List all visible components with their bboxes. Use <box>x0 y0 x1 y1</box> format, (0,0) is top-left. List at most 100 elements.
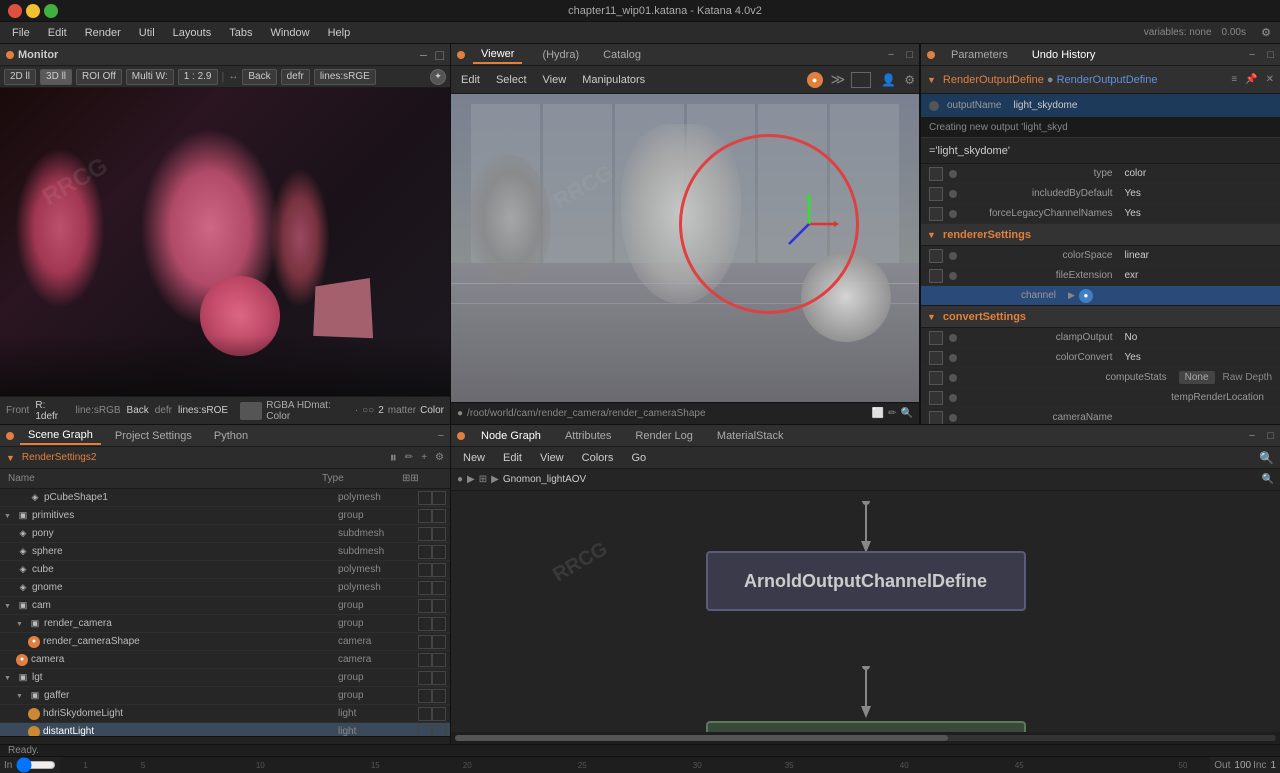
breadcrumb-parent[interactable]: Gnomon_lightAOV <box>503 474 586 485</box>
ng-search-icon[interactable]: 🔍 <box>1259 451 1274 465</box>
lgt-expand[interactable] <box>4 672 16 683</box>
ng-view[interactable]: View <box>534 450 570 466</box>
cam-expand[interactable] <box>4 600 16 611</box>
monitor-expand-icon[interactable]: □ <box>436 47 444 63</box>
maximize-button[interactable] <box>44 4 58 18</box>
menu-window[interactable]: Window <box>262 25 317 41</box>
rcam-expand[interactable] <box>16 618 28 629</box>
ng-edit[interactable]: Edit <box>497 450 528 466</box>
prim-vis1[interactable] <box>418 509 432 523</box>
cube-vis1[interactable] <box>418 563 432 577</box>
tab-undo-history[interactable]: Undo History <box>1024 47 1104 63</box>
menu-help[interactable]: Help <box>320 25 359 41</box>
node-render-output[interactable]: RenderOutputDefine <box>706 721 1026 732</box>
camera-vis2[interactable] <box>432 653 446 667</box>
btn-3d[interactable]: 3D ll <box>40 69 72 85</box>
sg-settings-icon[interactable]: ⚙ <box>435 452 444 463</box>
viewer-person-icon[interactable]: 👤 <box>881 73 896 87</box>
tree-item-pony[interactable]: ◈ pony subdmesh <box>0 525 450 543</box>
timeline-in-input[interactable] <box>16 759 56 771</box>
tab-attributes[interactable]: Attributes <box>557 428 619 444</box>
param-tr-check[interactable] <box>929 391 943 405</box>
viewer-minimize-icon[interactable]: − <box>888 49 894 61</box>
close-button[interactable] <box>8 4 22 18</box>
viewer-bottom-icon3[interactable]: 🔍 <box>901 408 913 419</box>
param-compute-check[interactable] <box>929 371 943 385</box>
ng-expand-icon[interactable]: □ <box>1267 430 1274 442</box>
menu-layouts[interactable]: Layouts <box>165 25 220 41</box>
param-pin-icon[interactable]: 📌 <box>1245 74 1257 85</box>
tree-item-cam[interactable]: ▣ cam group <box>0 597 450 615</box>
tree-item-hdri[interactable]: hdriSkydomeLight light <box>0 705 450 723</box>
ng-scrollbar-h[interactable] <box>455 735 1276 741</box>
tab-material-stack[interactable]: MaterialStack <box>709 428 792 444</box>
cam-vis1[interactable] <box>418 599 432 613</box>
btn-lines[interactable]: lines:sRGE <box>314 69 376 85</box>
ng-colors[interactable]: Colors <box>576 450 620 466</box>
node-arnold[interactable]: ArnoldOutputChannelDefine <box>706 551 1026 611</box>
convert-settings-header[interactable]: ▼ convertSettings <box>921 306 1280 328</box>
tab-catalog[interactable]: Catalog <box>595 47 649 63</box>
tree-item-gaffer[interactable]: ▣ gaffer group <box>0 687 450 705</box>
settings-icon[interactable]: ⚙ <box>1256 24 1276 42</box>
rcam-vis2[interactable] <box>432 617 446 631</box>
tree-item-sphere[interactable]: ◈ sphere subdmesh <box>0 543 450 561</box>
gaffer-vis2[interactable] <box>432 689 446 703</box>
param-type-check[interactable] <box>929 167 943 181</box>
ng-zoom-icon[interactable]: 🔍 <box>1262 474 1274 485</box>
tab-scene-graph[interactable]: Scene Graph <box>20 427 101 445</box>
cam-vis2[interactable] <box>432 599 446 613</box>
btn-ratio[interactable]: 1 : 2.9 <box>178 69 218 85</box>
sg-scrollbar[interactable] <box>0 736 450 744</box>
viewer-settings-icon[interactable]: ⚙ <box>904 73 915 87</box>
viewer-orange-icon[interactable]: ● <box>807 72 823 88</box>
pony-vis1[interactable] <box>418 527 432 541</box>
prim-vis2[interactable] <box>432 509 446 523</box>
tree-item-gnome[interactable]: ◈ gnome polymesh <box>0 579 450 597</box>
param-clamp-check[interactable] <box>929 331 943 345</box>
gnome-vis2[interactable] <box>432 581 446 595</box>
sg-edit-icon[interactable]: ✏ <box>405 452 413 463</box>
tab-render-log[interactable]: Render Log <box>627 428 701 444</box>
param-close-icon[interactable]: ✕ <box>1266 74 1274 85</box>
param-cam-check[interactable] <box>929 411 943 425</box>
param-cs-check[interactable] <box>929 249 943 263</box>
sphere-vis2[interactable] <box>432 545 446 559</box>
primitives-expand[interactable] <box>4 510 16 521</box>
distant-vis1[interactable] <box>418 725 432 737</box>
ng-minimize-icon[interactable]: − <box>1249 430 1255 442</box>
viewer-view[interactable]: View <box>537 72 573 88</box>
param-included-check[interactable] <box>929 187 943 201</box>
viewer-toolbar-icon2[interactable]: ≫ <box>831 71 846 88</box>
sg-add-icon[interactable]: + <box>421 452 427 463</box>
toolbar-icon1[interactable]: ✦ <box>430 69 446 85</box>
btn-defr[interactable]: defr <box>281 69 310 85</box>
tab-parameters[interactable]: Parameters <box>943 47 1016 63</box>
distant-vis2[interactable] <box>432 725 446 737</box>
btn-multi[interactable]: Multi W: <box>126 69 174 85</box>
param-force-check[interactable] <box>929 207 943 221</box>
btn-back[interactable]: Back <box>242 69 276 85</box>
rcamshape-vis2[interactable] <box>432 635 446 649</box>
tab-viewer[interactable]: Viewer <box>473 46 522 64</box>
camera-vis1[interactable] <box>418 653 432 667</box>
menu-util[interactable]: Util <box>131 25 163 41</box>
minimize-button[interactable] <box>26 4 40 18</box>
tree-item-lgt[interactable]: ▣ lgt group <box>0 669 450 687</box>
gaffer-vis1[interactable] <box>418 689 432 703</box>
tree-item-distantlight[interactable]: distantLight light <box>0 723 450 736</box>
tree-item-primitives[interactable]: ▣ primitives group <box>0 507 450 525</box>
renderer-settings-header[interactable]: ▼ rendererSettings <box>921 224 1280 246</box>
cube-vis2[interactable] <box>432 563 446 577</box>
rcamshape-vis1[interactable] <box>418 635 432 649</box>
item-vis1[interactable] <box>418 491 432 505</box>
viewer-select[interactable]: Select <box>490 72 533 88</box>
item-vis2[interactable] <box>432 491 446 505</box>
menu-edit[interactable]: Edit <box>40 25 75 41</box>
gaffer-expand[interactable] <box>16 690 28 701</box>
param-icons[interactable]: ≡ <box>1231 74 1237 85</box>
params-minimize-icon[interactable]: − <box>1249 49 1255 61</box>
ng-new[interactable]: New <box>457 450 491 466</box>
tab-node-graph[interactable]: Node Graph <box>473 428 549 444</box>
lgt-vis2[interactable] <box>432 671 446 685</box>
